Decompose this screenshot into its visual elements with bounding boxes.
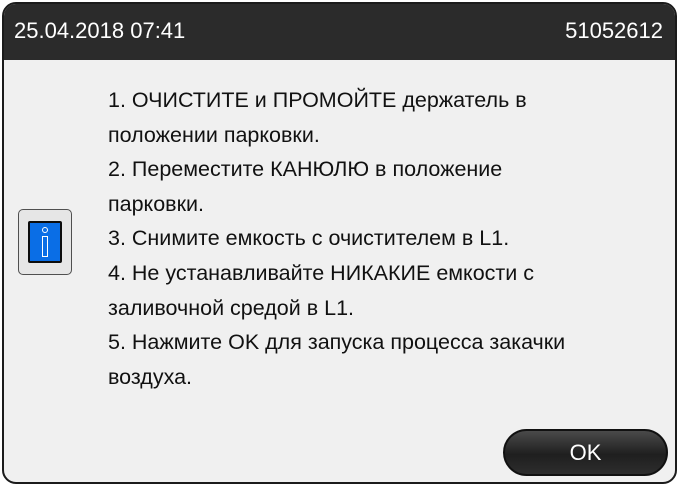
device-serial-number: 51052612	[565, 18, 663, 43]
info-dialog: 25.04.2018 07:41 51052612 1. ОЧИСТИТЕ и …	[2, 2, 677, 484]
message-line: 1. ОЧИСТИТЕ и ПРОМОЙТЕ держатель в	[108, 88, 527, 112]
title-bar: 25.04.2018 07:41 51052612	[4, 4, 675, 60]
message-line: парковки.	[108, 191, 204, 216]
message-line: воздуха.	[108, 364, 193, 389]
message-line: положении парковки.	[108, 122, 320, 147]
message-line: 4. Не устанавливайте НИКАКИЕ емкости с	[108, 260, 534, 285]
message-line: 5. Нажмите OK для запуска процесса закач…	[108, 330, 566, 355]
message-text: 1. ОЧИСТИТЕ и ПРОМОЙТЕ держатель в полож…	[108, 83, 672, 394]
info-icon	[28, 221, 62, 263]
message-line: 3. Снимите емкость с очистителем в L1.	[108, 226, 510, 251]
date-time: 25.04.2018 07:41	[14, 18, 186, 43]
info-icon-frame	[18, 209, 72, 275]
message-line: заливочной средой в L1.	[108, 295, 355, 320]
message-line: 2. Переместите КАНЮЛЮ в положение	[108, 157, 503, 182]
ok-button[interactable]: OK	[503, 429, 668, 476]
